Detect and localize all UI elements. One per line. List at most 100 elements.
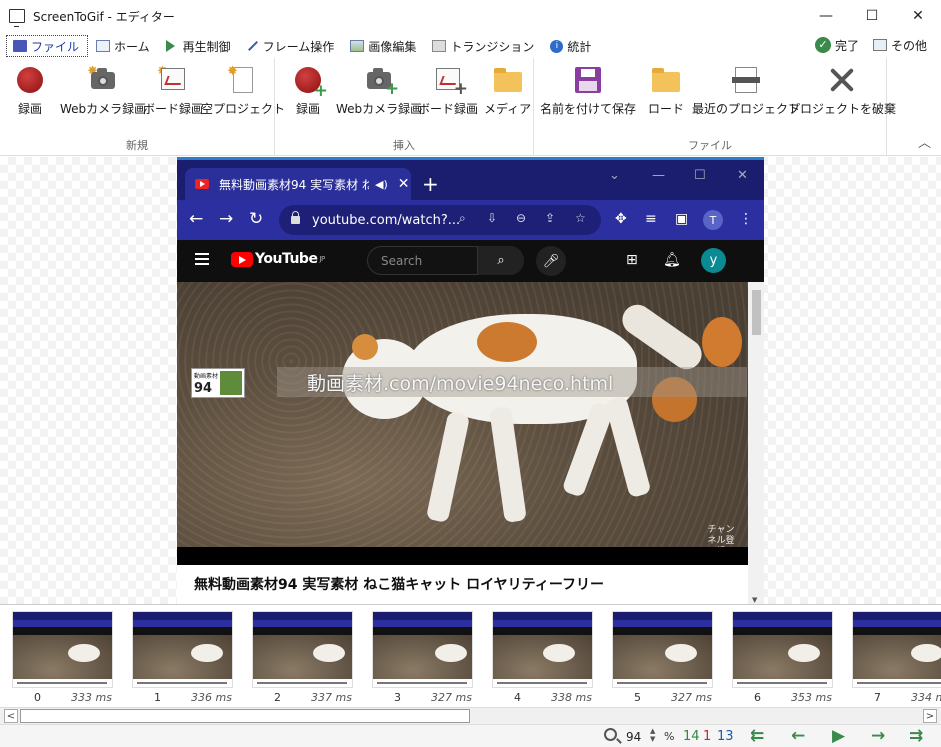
create-video-icon: ⊞ bbox=[626, 252, 638, 268]
tab-playback[interactable]: 再生制御 bbox=[160, 35, 239, 57]
new-board-recording-button[interactable]: ✸ ボード録画 bbox=[143, 64, 203, 117]
insert-webcam-recording-button[interactable]: + Webカメラ録画 bbox=[336, 64, 422, 117]
scroll-left-icon[interactable]: < bbox=[4, 709, 18, 723]
cat-ear bbox=[352, 334, 378, 360]
button-label: 名前を付けて保存 bbox=[540, 102, 637, 116]
load-button[interactable]: ロード bbox=[648, 64, 684, 117]
youtube-region: JP bbox=[319, 255, 325, 263]
tab-home[interactable]: ホーム bbox=[90, 35, 158, 57]
microphone-icon: 🎤︎ bbox=[536, 246, 566, 276]
browser-scrollbar: ▼ bbox=[748, 282, 764, 604]
notification-bell-icon: 🔔︎ bbox=[663, 252, 681, 268]
discard-x-icon bbox=[828, 66, 856, 94]
tab-file[interactable]: ファイル bbox=[6, 35, 89, 57]
current-frame-number: 1 bbox=[703, 729, 712, 744]
frame-thumbnail[interactable]: 6 353 ms bbox=[732, 611, 836, 707]
tab-image[interactable]: 画像編集 bbox=[344, 35, 424, 57]
insert-recording-button[interactable]: 録画 bbox=[292, 64, 328, 117]
zoom-out-icon: ⊖ bbox=[516, 211, 527, 225]
button-label: プロジェクトを破棄 bbox=[788, 102, 897, 116]
frame-delay: 327 ms bbox=[431, 691, 472, 704]
tab-transitions[interactable]: トランジション bbox=[426, 35, 542, 57]
button-label: 録画 bbox=[17, 102, 42, 116]
zoom-input[interactable]: 94 bbox=[626, 730, 641, 744]
group-label: 挿入 bbox=[393, 139, 415, 152]
youtube-search-icon: ⌕ bbox=[477, 246, 524, 275]
last-frame-icon[interactable]: ⇉ bbox=[909, 726, 923, 746]
frame-list-scrollbar[interactable]: < > bbox=[0, 707, 941, 724]
button-label: Webカメラ録画 bbox=[60, 102, 147, 116]
browser-tab: 無料動画素材94 実写素材 ね ◀) ✕ bbox=[185, 168, 411, 200]
status-bar: 94 ▲ ▼ % 14 1 13 ⇇ ← ▶ → ⇉ bbox=[0, 724, 941, 747]
frame-number: 1 bbox=[154, 691, 161, 704]
group-new: 録画 ✸ Webカメラ録画 ✸ ボード録画 ✸ 空プロジェクト 新規 bbox=[0, 58, 285, 156]
scroll-thumb[interactable] bbox=[20, 709, 470, 723]
transition-icon bbox=[432, 40, 447, 52]
play-preview-icon[interactable]: ▶ bbox=[832, 726, 845, 746]
image-icon bbox=[350, 40, 365, 52]
close-button[interactable]: ✕ bbox=[895, 0, 941, 32]
previous-frame-icon[interactable]: ← bbox=[791, 726, 805, 746]
new-webcam-recording-button[interactable]: ✸ Webカメラ録画 bbox=[60, 64, 146, 117]
tab-frames[interactable]: フレーム操作 bbox=[241, 35, 343, 57]
frame-list[interactable]: 0 333 ms 1 336 ms 2 337 ms 3 327 ms 4 338 ms … bbox=[0, 604, 941, 707]
save-as-button[interactable]: 名前を付けて保存 bbox=[540, 64, 636, 117]
cat-spot bbox=[702, 317, 742, 367]
share-icon: ⇪ bbox=[545, 211, 556, 225]
frame-thumbnail[interactable]: 2 337 ms bbox=[252, 611, 356, 707]
frame-image bbox=[612, 611, 713, 688]
new-recording-button[interactable]: 録画 bbox=[14, 64, 46, 117]
plus-icon: + bbox=[453, 79, 468, 99]
tab-label: その他 bbox=[890, 38, 927, 53]
group-file: 名前を付けて保存 ロード 最近のプロジェクト プロジェクトを破棄 ファイル bbox=[534, 58, 896, 156]
insert-media-button[interactable]: メディア bbox=[484, 64, 531, 117]
youtube-header: YouTube JP Search ⌕ 🎤︎ ⊞ 🔔︎ y bbox=[177, 240, 764, 282]
frame-thumbnail[interactable]: 1 336 ms bbox=[132, 611, 236, 707]
frame-delay: 334 m bbox=[911, 691, 941, 704]
button-label: メディア bbox=[484, 102, 532, 116]
youtube-play-icon bbox=[231, 251, 253, 267]
frame-number: 3 bbox=[394, 691, 401, 704]
minimize-button[interactable]: — bbox=[803, 0, 849, 32]
folder-open-icon bbox=[652, 68, 680, 92]
tab-statistics[interactable]: i 統計 bbox=[544, 35, 599, 57]
youtube-favicon-icon bbox=[195, 179, 209, 189]
lock-icon bbox=[291, 211, 300, 224]
frame-thumbnail[interactable]: 4 338 ms bbox=[492, 611, 596, 707]
total-frames-count: 13 bbox=[717, 729, 734, 744]
board-icon bbox=[161, 68, 185, 90]
bookmark-star-icon: ☆ bbox=[575, 211, 586, 225]
browser-minimize-icon: — bbox=[652, 168, 665, 183]
folder-icon bbox=[493, 68, 522, 92]
tab-label: 画像編集 bbox=[368, 39, 417, 54]
recent-projects-button[interactable]: 最近のプロジェクト bbox=[692, 64, 800, 117]
frame-thumbnail[interactable]: 7 334 m bbox=[852, 611, 941, 707]
tab-label: フレーム操作 bbox=[262, 39, 335, 54]
frame-thumbnail[interactable]: 3 327 ms bbox=[372, 611, 476, 707]
camera-icon bbox=[91, 68, 116, 89]
record-icon bbox=[17, 67, 43, 93]
scroll-right-icon[interactable]: > bbox=[923, 709, 937, 723]
frame-thumbnail[interactable]: 5 327 ms bbox=[612, 611, 716, 707]
tab-label: トランジション bbox=[450, 39, 535, 54]
collapse-ribbon-chevron-icon[interactable]: ︿ bbox=[918, 132, 931, 151]
video-bottom-bar bbox=[177, 547, 748, 565]
done-button[interactable]: ✓ 完了 bbox=[809, 34, 867, 56]
forward-arrow-icon: → bbox=[219, 209, 234, 229]
browser-scroll-thumb bbox=[752, 290, 761, 335]
frame-number: 5 bbox=[634, 691, 641, 704]
insert-board-recording-button[interactable]: + ボード録画 bbox=[418, 64, 478, 117]
group-label: ファイル bbox=[688, 139, 732, 152]
first-frame-icon[interactable]: ⇇ bbox=[750, 726, 764, 746]
frame-image bbox=[732, 611, 833, 688]
maximize-button[interactable]: ☐ bbox=[849, 0, 895, 32]
next-frame-icon[interactable]: → bbox=[871, 726, 885, 746]
browser-toolbar: ← → ↻ youtube.com/watch?... ⌕ ⇩ ⊖ ⇪ ☆ ✥ … bbox=[177, 200, 764, 240]
frame-thumbnail[interactable]: 0 333 ms bbox=[12, 611, 116, 707]
discard-project-button[interactable]: プロジェクトを破棄 bbox=[788, 64, 896, 117]
zoom-stepper-icon[interactable]: ▲ ▼ bbox=[650, 727, 655, 743]
options-button[interactable]: その他 bbox=[867, 34, 935, 56]
youtube-logo: YouTube JP bbox=[231, 251, 325, 267]
new-empty-project-button[interactable]: ✸ 空プロジェクト bbox=[201, 64, 285, 117]
watermark-logo-text: 動画素材 bbox=[194, 373, 219, 380]
